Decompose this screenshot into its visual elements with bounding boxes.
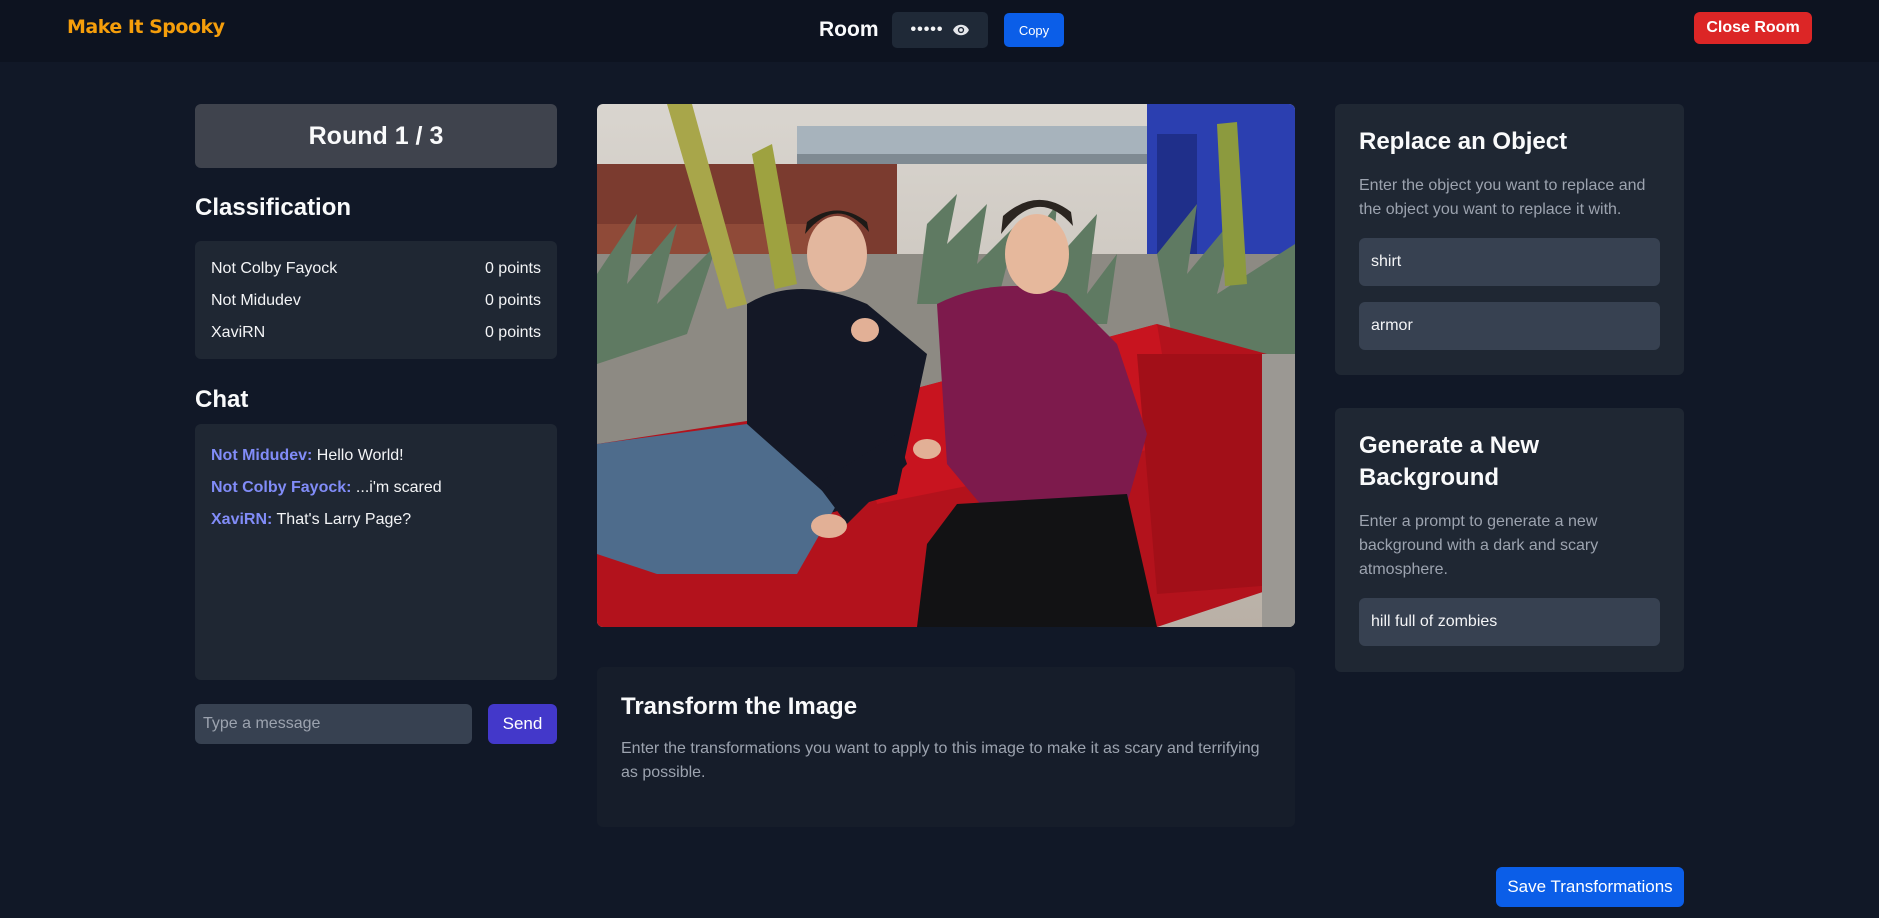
replace-object-panel: Replace an Object Enter the object you w…: [1335, 104, 1684, 375]
round-photo: [597, 104, 1295, 627]
player-name: XaviRN: [211, 324, 266, 341]
player-points: 0 points: [484, 292, 541, 309]
background-title: Generate a New Background: [1359, 432, 1540, 491]
classification-heading: Classification: [195, 194, 352, 221]
chat-username: Not Colby Fayock:: [211, 479, 352, 496]
background-panel: Generate a New Background Enter a prompt…: [1335, 408, 1684, 672]
chat-message-input[interactable]: [195, 704, 472, 744]
send-button[interactable]: Send: [488, 704, 557, 744]
chat-message: Not Midudev: Hello World!: [211, 444, 541, 476]
player-points: 0 points: [484, 324, 541, 341]
classification-panel: Not Colby Fayock 0 points Not Midudev 0 …: [195, 241, 557, 359]
player-name: Not Midudev: [211, 292, 301, 309]
replace-title: Replace an Object: [1359, 128, 1568, 155]
round-indicator: Round 1 / 3: [195, 104, 557, 168]
background-prompt-input[interactable]: [1359, 598, 1660, 646]
top-bar: Make It Spooky Room ••••• Copy Close Roo…: [0, 0, 1879, 62]
score-row: XaviRN 0 points: [211, 317, 541, 349]
room-code-value: •••••: [910, 21, 944, 38]
replace-from-input[interactable]: [1359, 238, 1660, 286]
chat-username: XaviRN:: [211, 511, 273, 528]
save-transformations-button[interactable]: Save Transformations: [1496, 867, 1684, 907]
chat-text: Hello World!: [316, 447, 404, 464]
player-name: Not Colby Fayock: [211, 260, 338, 277]
score-row: Not Colby Fayock 0 points: [211, 253, 541, 285]
chat-message: Not Colby Fayock: ...i'm scared: [211, 476, 541, 508]
score-row: Not Midudev 0 points: [211, 285, 541, 317]
transform-description: Enter the transformations you want to ap…: [621, 740, 1260, 781]
chat-text: That's Larry Page?: [276, 511, 412, 528]
chat-heading: Chat: [195, 386, 249, 413]
app-logo[interactable]: Make It Spooky: [67, 16, 225, 38]
room-code-field: •••••: [892, 12, 988, 48]
replace-description: Enter the object you want to replace and…: [1359, 177, 1646, 218]
transform-title: Transform the Image: [621, 693, 858, 720]
copy-button[interactable]: Copy: [1004, 13, 1064, 47]
chat-username: Not Midudev:: [211, 447, 313, 464]
replace-to-input[interactable]: [1359, 302, 1660, 350]
room-title: Room: [819, 18, 879, 41]
chat-text: ...i'm scared: [355, 479, 442, 496]
transform-panel: Transform the Image Enter the transforma…: [597, 667, 1295, 827]
player-points: 0 points: [484, 260, 541, 277]
background-description: Enter a prompt to generate a new backgro…: [1359, 513, 1599, 578]
close-room-button[interactable]: Close Room: [1694, 12, 1812, 44]
chat-panel[interactable]: Not Midudev: Hello World! Not Colby Fayo…: [195, 424, 557, 680]
chat-message: XaviRN: That's Larry Page?: [211, 508, 541, 540]
eye-icon[interactable]: [952, 21, 970, 39]
